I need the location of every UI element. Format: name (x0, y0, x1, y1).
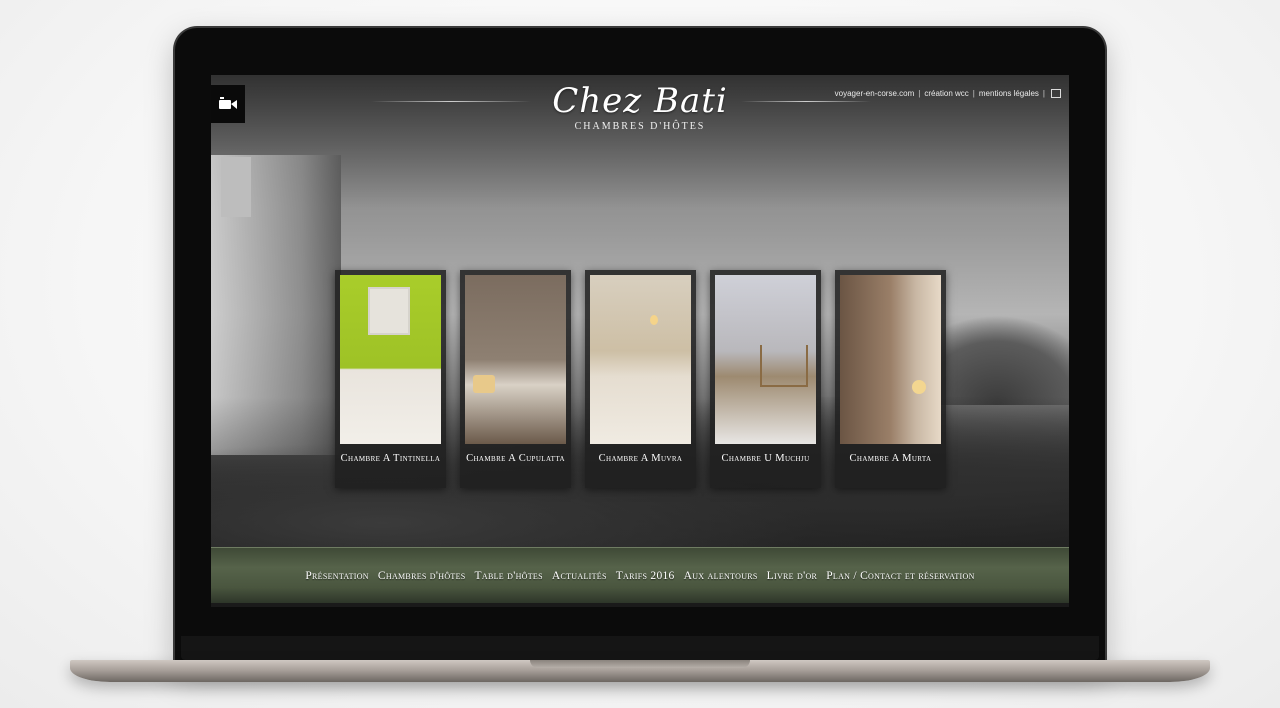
room-name: Chambre A Tintinella (340, 453, 441, 464)
site-logo[interactable]: Chez Bati CHAMBRES D'HÔTES (211, 79, 1069, 132)
nav-tarifs[interactable]: Tarifs 2016 (616, 570, 675, 582)
link-mentions-legales[interactable]: mentions légales (979, 89, 1039, 98)
link-separator: | (972, 89, 975, 98)
website-screen: Chez Bati CHAMBRES D'HÔTES voyager-en-co… (211, 75, 1069, 607)
nav-plan-contact[interactable]: Plan / Contact et réservation (826, 570, 974, 582)
logo-title: Chez Bati (552, 81, 728, 121)
room-card-cupulatta[interactable]: Chambre A Cupulatta (460, 270, 571, 488)
room-card-murta[interactable]: Chambre A Murta (835, 270, 946, 488)
nav-chambres-dhotes[interactable]: Chambres d'hôtes (378, 570, 466, 582)
room-name: Chambre A Cupulatta (466, 453, 565, 464)
link-voyager-en-corse[interactable]: voyager-en-corse.com (835, 89, 915, 98)
external-window-icon[interactable] (1051, 89, 1061, 98)
room-card-muvra[interactable]: Chambre A Muvra (585, 270, 696, 488)
nav-livre-dor[interactable]: Livre d'or (767, 570, 818, 582)
nav-actualites[interactable]: Actualités (552, 570, 607, 582)
room-card-tintinella[interactable]: Chambre A Tintinella (335, 270, 446, 488)
main-navigation: Présentation Chambres d'hôtes Table d'hô… (211, 547, 1069, 604)
room-photo-muvra (590, 275, 691, 444)
laptop-bezel (181, 636, 1099, 660)
room-card-muchju[interactable]: Chambre U Muchju (710, 270, 821, 488)
room-photo-murta (840, 275, 941, 444)
nav-aux-alentours[interactable]: Aux alentours (684, 570, 758, 582)
laptop-notch (530, 660, 750, 668)
link-separator: | (918, 89, 921, 98)
nav-table-dhotes[interactable]: Table d'hôtes (475, 570, 543, 582)
room-photo-tintinella (340, 275, 441, 444)
link-separator: | (1042, 89, 1045, 98)
link-creation-wcc[interactable]: création wcc (924, 89, 968, 98)
room-name: Chambre A Muvra (598, 453, 683, 464)
room-name: Chambre U Muchju (721, 453, 810, 464)
top-links: voyager-en-corse.com | création wcc | me… (835, 89, 1061, 98)
screen-bottom-strip (211, 603, 1069, 607)
logo-subtitle: CHAMBRES D'HÔTES (574, 121, 706, 132)
room-cards: Chambre A Tintinella Chambre A Cupulatta… (335, 270, 946, 488)
room-photo-cupulatta (465, 275, 566, 444)
room-name: Chambre A Murta (849, 453, 932, 464)
nav-presentation[interactable]: Présentation (305, 570, 369, 582)
background-chimney (221, 157, 251, 217)
room-photo-muchju (715, 275, 816, 444)
